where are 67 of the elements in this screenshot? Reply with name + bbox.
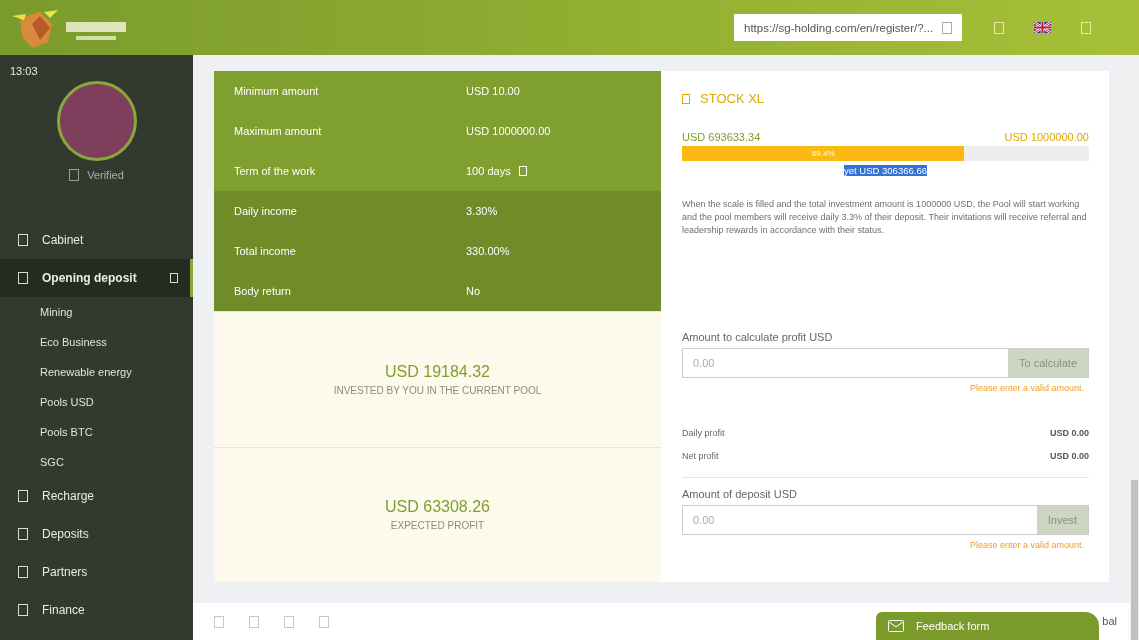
- term-value: No: [466, 285, 481, 297]
- nav-subitem[interactable]: Eco Business: [0, 327, 193, 357]
- term-value: USD 10.00: [466, 85, 520, 97]
- stat-caption: EXPECTED PROFIT: [390, 520, 485, 532]
- verified-status: Verified: [87, 169, 124, 181]
- result-value: USD 0.00: [1049, 427, 1089, 438]
- square-icon: [18, 566, 28, 578]
- square-icon: [69, 169, 80, 181]
- pool-description: When the scale is filled and the total investment amount is 1000000 USD, the Pool will start working and the pool members will receive daily 3.3% of their deposit. Their invitations will receive referral and leadership rewards in accordance with their status.: [682, 198, 1088, 237]
- term-value: USD 1000000.00: [466, 125, 551, 137]
- square-icon: [18, 490, 28, 502]
- progress-fill: 69.4%: [682, 146, 965, 161]
- term-value: 3.30%: [466, 205, 498, 217]
- square-icon[interactable]: [249, 615, 259, 628]
- nav-item[interactable]: Recharge: [0, 477, 193, 515]
- term-label: Minimum amount: [234, 85, 320, 97]
- term-value: 100 days: [466, 165, 511, 177]
- copy-icon[interactable]: [942, 21, 952, 34]
- field-label: Amount to calculate profit USD: [682, 331, 834, 343]
- square-icon: [18, 272, 28, 284]
- result-value: USD 0.00: [1049, 450, 1089, 461]
- result-label: Net profit: [682, 450, 719, 461]
- stat-value: USD 63308.26: [385, 498, 490, 517]
- footer-text: bal: [1102, 615, 1117, 627]
- term-label: Body return: [234, 285, 292, 297]
- square-icon[interactable]: [319, 615, 329, 628]
- scrollbar[interactable]: [1130, 55, 1139, 640]
- nav-subitem[interactable]: Pools USD: [0, 387, 193, 417]
- square-icon[interactable]: [994, 21, 1004, 34]
- nav-subitem[interactable]: Renewable energy: [0, 357, 193, 387]
- square-icon: [18, 234, 28, 246]
- clock-time: 13:03: [9, 64, 38, 77]
- term-value: 330.00%: [466, 245, 510, 257]
- target-amount: USD 1000000.00: [1004, 131, 1089, 143]
- term-label: Maximum amount: [234, 125, 323, 137]
- square-icon[interactable]: [284, 615, 294, 628]
- remaining-amount: yet USD 306366.66: [844, 165, 927, 176]
- nav-subitem[interactable]: Mining: [0, 297, 193, 327]
- square-icon[interactable]: [214, 615, 224, 628]
- term-label: Term of the work: [234, 165, 317, 177]
- error-message: Please enter a valid amount.: [969, 540, 1084, 550]
- term-label: Total income: [234, 245, 297, 257]
- square-icon: [18, 528, 28, 540]
- square-icon: [682, 93, 690, 104]
- term-label: Daily income: [234, 205, 298, 217]
- result-label: Daily profit: [682, 427, 725, 438]
- square-icon: [18, 604, 28, 616]
- stat-value: USD 19184.32: [385, 362, 490, 381]
- error-message: Please enter a valid amount.: [969, 383, 1084, 393]
- pool-title: STOCK XL: [700, 91, 765, 106]
- flag-icon[interactable]: [1034, 22, 1051, 33]
- referral-link-field[interactable]: https://sg-holding.com/en/register/?...: [734, 14, 962, 41]
- nav-item[interactable]: Opening deposit: [0, 259, 193, 297]
- field-label: Amount of deposit USD: [682, 488, 798, 500]
- stat-caption: INVESTED BY YOU IN THE CURRENT POOL: [333, 384, 542, 396]
- nav-subitem[interactable]: Pools BTC: [0, 417, 193, 447]
- toggle-icon[interactable]: [170, 273, 178, 283]
- nav-item[interactable]: Partners: [0, 553, 193, 591]
- nav-item[interactable]: Cabinet: [0, 221, 193, 259]
- nav-item[interactable]: Deposits: [0, 515, 193, 553]
- collected-amount: USD 693633.34: [682, 131, 761, 143]
- nav-subitem[interactable]: SGC: [0, 447, 193, 477]
- square-icon[interactable]: [1081, 21, 1091, 34]
- scrollbar-thumb[interactable]: [1131, 480, 1138, 640]
- info-icon[interactable]: [518, 166, 527, 176]
- mail-icon: [888, 620, 904, 632]
- nav-item[interactable]: Finance: [0, 591, 193, 629]
